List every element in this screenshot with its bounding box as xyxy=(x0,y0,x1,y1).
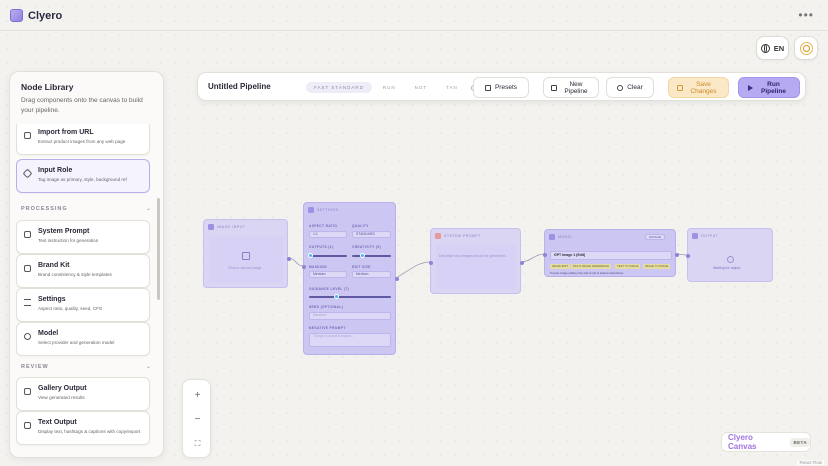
output-status: Waiting for output xyxy=(713,266,741,270)
outputs-label: OUTPUTS (1) xyxy=(309,245,334,249)
capability-chip: IMAGE TO IMAGE xyxy=(643,264,671,269)
upload-hint: Click to upload image xyxy=(228,266,262,270)
node-title: MODEL xyxy=(558,234,573,239)
guidance-label: GUIDANCE LEVEL (7) xyxy=(309,287,350,291)
input-port[interactable] xyxy=(302,265,306,269)
node-header: SETTINGS xyxy=(304,203,395,216)
fit-view-button[interactable]: ⛶ xyxy=(183,433,212,455)
guidance-slider-thumb[interactable] xyxy=(334,294,339,299)
outputs-slider-thumb[interactable] xyxy=(308,253,313,258)
masking-label: MASKING xyxy=(309,265,327,269)
quality-label: QUALITY xyxy=(352,224,369,228)
hourglass-icon xyxy=(727,256,734,263)
outputs-slider[interactable] xyxy=(309,255,347,257)
beta-badge: BETA xyxy=(790,437,810,447)
zoom-controls: + − ⛶ xyxy=(182,379,211,458)
input-port[interactable] xyxy=(429,261,433,265)
output-port[interactable] xyxy=(675,253,679,257)
node-header: OUTPUT xyxy=(688,229,772,242)
model-select[interactable]: GPT Image 1 (Edit) xyxy=(550,251,672,260)
capability-chip: IMAGE EDIT xyxy=(550,264,571,269)
output-icon xyxy=(692,232,698,239)
quality-select[interactable]: STANDARD xyxy=(352,231,391,238)
output-port[interactable] xyxy=(395,277,399,281)
seed-input[interactable]: Random xyxy=(309,312,391,320)
model-icon xyxy=(549,233,555,240)
node-image-input[interactable]: IMAGE INPUT Click to upload image xyxy=(203,219,291,288)
node-header: IMAGE INPUT xyxy=(204,220,287,233)
negative-prompt-input[interactable]: Things to avoid in output... xyxy=(309,333,391,347)
creativity-label: CREATIVITY (5) xyxy=(352,245,382,249)
node-title: IMAGE INPUT xyxy=(217,224,246,229)
capability-chip: TEXT TO IMAGE xyxy=(615,264,641,269)
node-title: OUTPUT xyxy=(701,233,719,238)
input-port[interactable] xyxy=(543,253,547,257)
creativity-slider[interactable] xyxy=(352,255,391,257)
edge-prompt-to-model[interactable] xyxy=(520,253,545,263)
aspect-ratio-label: ASPECT RATIO xyxy=(309,224,338,228)
edit-size-label: EDIT SIZE xyxy=(352,265,371,269)
node-header: SYSTEM PROMPT xyxy=(431,229,520,242)
upload-icon xyxy=(242,252,250,260)
negative-prompt-label: NEGATIVE PROMPT xyxy=(309,326,346,330)
attribution-link[interactable]: React Flow xyxy=(797,460,824,465)
node-system-prompt[interactable]: SYSTEM PROMPT Describe how images should… xyxy=(429,228,524,294)
settings-icon xyxy=(308,206,314,213)
zoom-out-button[interactable]: − xyxy=(183,408,212,430)
node-title: SETTINGS xyxy=(317,207,339,212)
node-settings[interactable]: SETTINGS ASPECT RATIO 1:1 QUALITY STANDA… xyxy=(302,202,399,355)
output-port[interactable] xyxy=(287,257,291,261)
seed-label: SEED (OPTIONAL) xyxy=(309,305,344,309)
node-output[interactable]: OUTPUT Waiting for output xyxy=(686,228,773,282)
capability-chip: MULTI-IMAGE REFERENCE xyxy=(571,264,612,269)
edge-settings-to-prompt[interactable] xyxy=(395,261,431,279)
aspect-ratio-select[interactable]: 1:1 xyxy=(309,231,347,238)
input-port[interactable] xyxy=(686,254,690,258)
node-model[interactable]: MODEL GOOGLE GPT Image 1 (Edit) IMAGE ED… xyxy=(543,229,679,277)
edit-size-select[interactable]: Medium xyxy=(352,271,391,278)
brand-name: Clyero Canvas xyxy=(728,433,757,451)
provider-badge[interactable]: GOOGLE xyxy=(645,234,665,240)
system-prompt-textarea[interactable] xyxy=(436,245,516,289)
prompt-icon xyxy=(435,232,441,239)
masking-select[interactable]: Medium xyxy=(309,271,347,278)
brand-badge: Clyero Canvas BETA xyxy=(721,432,811,452)
image-icon xyxy=(208,223,214,230)
model-description: Top-tier image editing, fine with 4 refs… xyxy=(550,271,624,275)
creativity-slider-thumb[interactable] xyxy=(360,253,365,258)
system-prompt-placeholder: Describe how images should be generated.… xyxy=(439,254,509,258)
guidance-slider[interactable] xyxy=(309,296,391,298)
zoom-in-button[interactable]: + xyxy=(183,384,212,406)
output-port[interactable] xyxy=(520,261,524,265)
node-title: SYSTEM PROMPT xyxy=(444,233,481,238)
